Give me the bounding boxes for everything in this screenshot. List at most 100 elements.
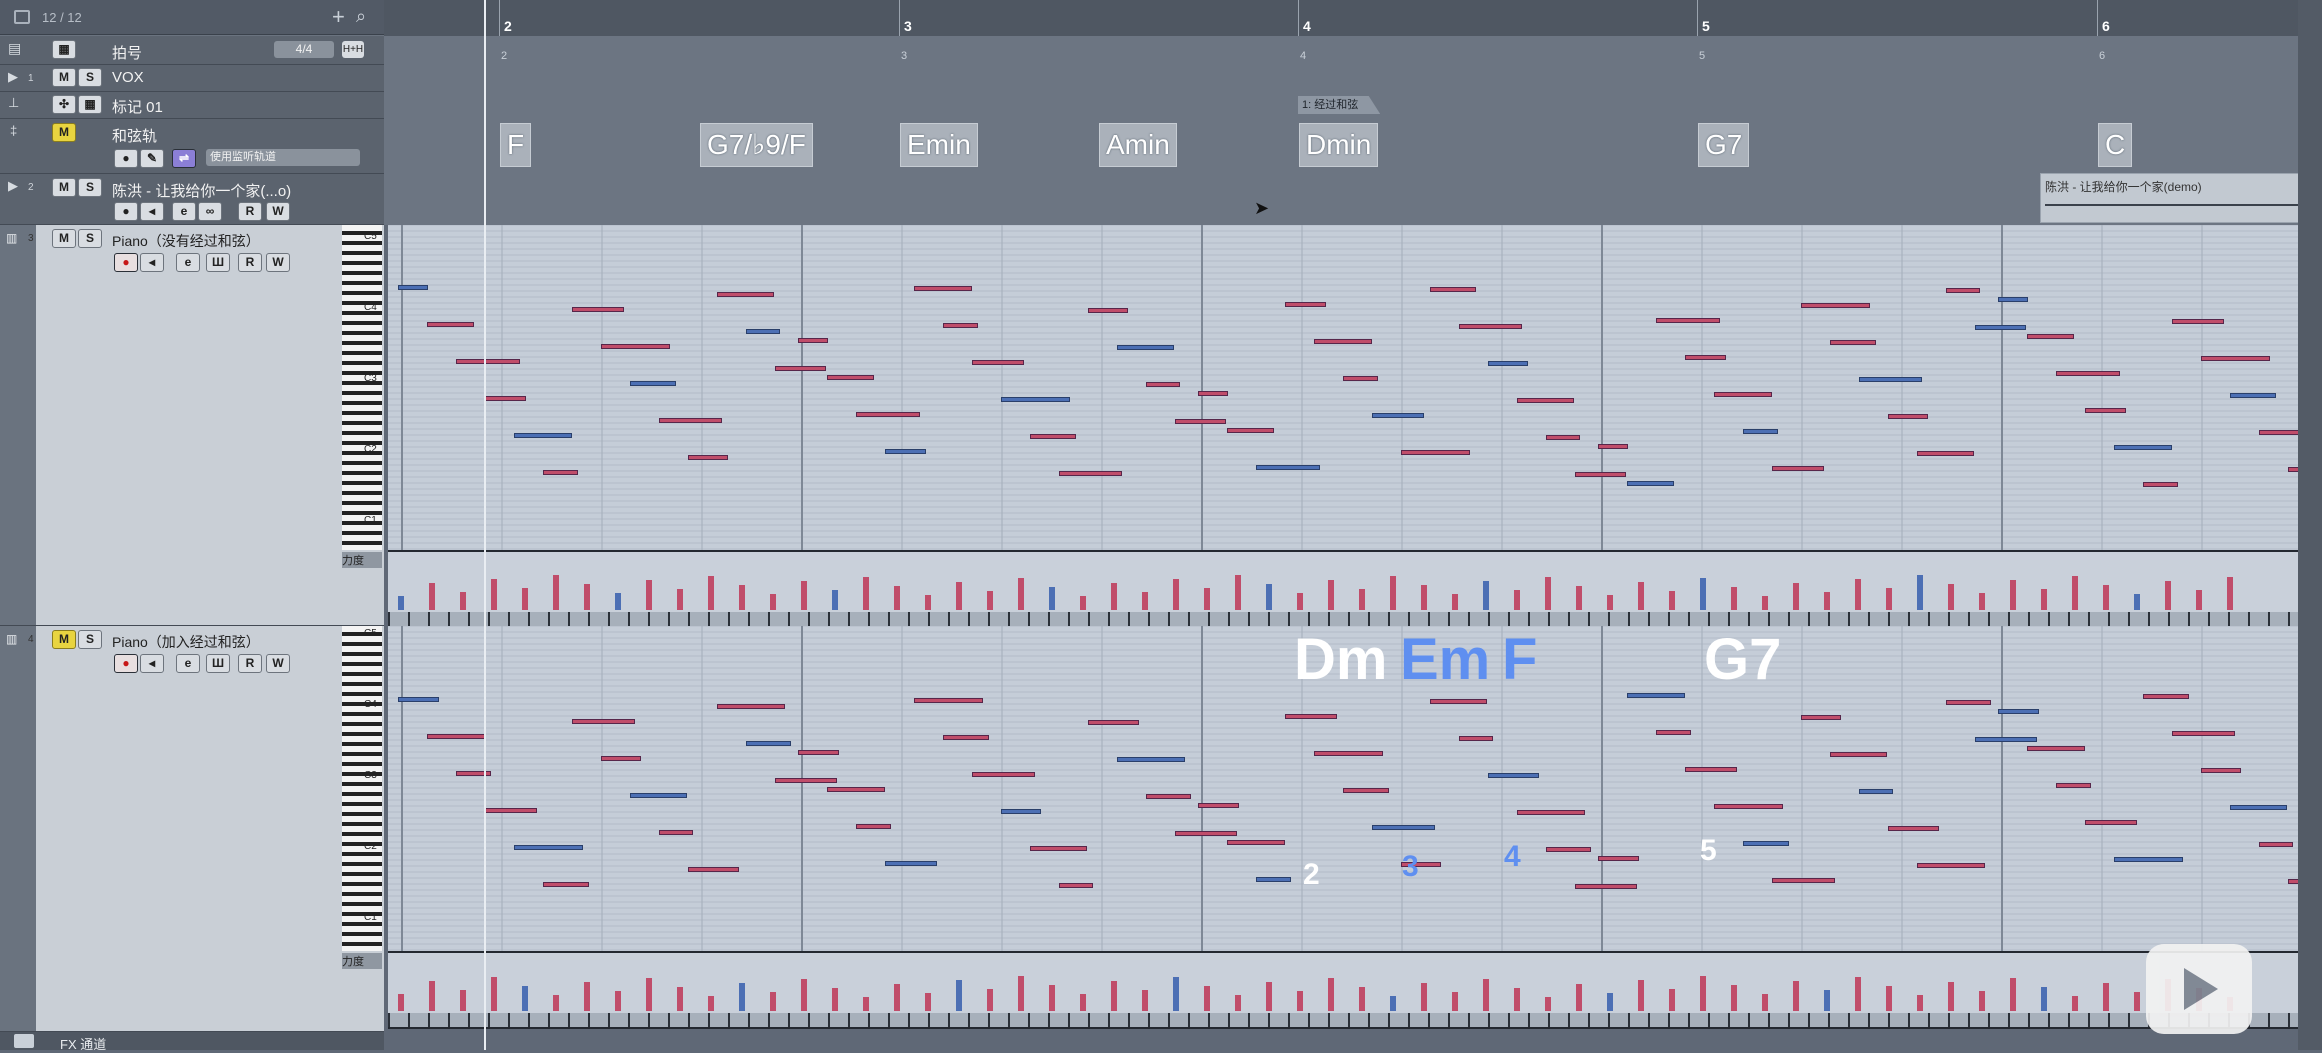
midi-note[interactable] (1830, 340, 1876, 345)
midi-note[interactable] (2085, 408, 2126, 413)
midi-note[interactable] (1801, 303, 1870, 308)
midi-note[interactable] (1488, 361, 1528, 366)
velocity-bar[interactable] (1638, 582, 1644, 610)
midi-note[interactable] (2143, 694, 2189, 699)
velocity-bar[interactable] (1080, 994, 1086, 1011)
midi-note[interactable] (1801, 715, 1841, 720)
midi-note[interactable] (2259, 430, 2298, 435)
velocity-bar[interactable] (1886, 986, 1892, 1011)
velocity-bar[interactable] (1204, 588, 1210, 610)
velocity-bar[interactable] (1297, 991, 1303, 1011)
midi-note[interactable] (1117, 757, 1185, 762)
midi-note[interactable] (1546, 435, 1580, 440)
midi-note[interactable] (746, 329, 780, 334)
velocity-bar[interactable] (708, 576, 714, 610)
velocity-bar[interactable] (2041, 987, 2047, 1011)
midi-note[interactable] (1917, 451, 1974, 456)
marker-cycle-button[interactable]: ▦ (78, 95, 102, 114)
chord-event[interactable]: G7 (1698, 123, 1750, 167)
chord-edit-button[interactable]: ✎ (140, 149, 164, 168)
signature-track[interactable]: ▤ ▦ 拍号 4/4 H+H (0, 36, 384, 65)
track-chord[interactable]: ‡ M 和弦轨 ● ✎ ⇌ 使用监听轨道 (0, 119, 384, 174)
monitor-button[interactable]: ◂ (140, 202, 164, 221)
velocity-bar[interactable] (522, 588, 528, 610)
midi-note[interactable] (398, 285, 428, 290)
velocity-bar[interactable] (584, 982, 590, 1011)
vertical-scrollbar[interactable] (2298, 0, 2322, 1050)
velocity-bar[interactable] (1576, 984, 1582, 1011)
midi-note[interactable] (1117, 345, 1174, 350)
velocity-bar[interactable] (1390, 996, 1396, 1011)
velocity-bar[interactable] (956, 980, 962, 1011)
midi-note[interactable] (601, 344, 670, 349)
velocity-bar[interactable] (1514, 988, 1520, 1011)
midi-note[interactable] (456, 359, 520, 364)
midi-note[interactable] (2172, 731, 2235, 736)
midi-note[interactable] (1227, 840, 1285, 845)
velocity-bar[interactable] (1607, 595, 1613, 610)
velocity-bar[interactable] (1452, 992, 1458, 1011)
velocity-bar[interactable] (1762, 994, 1768, 1011)
midi-note[interactable] (1430, 699, 1487, 704)
midi-note[interactable] (1175, 831, 1237, 836)
velocity-bar[interactable] (2103, 585, 2109, 610)
midi-note[interactable] (1146, 794, 1191, 799)
read-button[interactable]: R (238, 202, 262, 221)
midi-note[interactable] (1888, 826, 1939, 831)
midi-note[interactable] (1256, 877, 1291, 882)
velocity-bar[interactable] (739, 585, 745, 610)
midi-note[interactable] (688, 455, 728, 460)
midi-note[interactable] (1488, 773, 1539, 778)
audio-expand-icon[interactable]: ▶ (8, 178, 18, 194)
velocity-bar[interactable] (1731, 985, 1737, 1011)
edit-button[interactable]: e (172, 202, 196, 221)
velocity-bar[interactable] (1266, 584, 1272, 610)
midi-note[interactable] (2027, 334, 2074, 339)
midi-note[interactable] (1146, 382, 1180, 387)
write-button[interactable]: W (266, 253, 290, 272)
solo-button[interactable]: S (78, 68, 102, 87)
midi-note[interactable] (659, 830, 693, 835)
velocity-bar[interactable] (1266, 982, 1272, 1011)
midi-note[interactable] (2114, 857, 2183, 862)
midi-note[interactable] (1598, 444, 1628, 449)
velocity-bar[interactable] (2134, 594, 2140, 610)
midi-note[interactable] (1314, 339, 1372, 344)
midi-note[interactable] (1198, 391, 1228, 396)
velocity-bar[interactable] (1700, 578, 1706, 610)
velocity-bar[interactable] (1731, 587, 1737, 610)
velocity-bar[interactable] (1545, 577, 1551, 610)
velocity-bar[interactable] (615, 593, 621, 610)
velocity-bar[interactable] (770, 594, 776, 610)
velocity-bar[interactable] (1452, 594, 1458, 610)
midi-note[interactable] (2230, 393, 2276, 398)
midi-note[interactable] (1714, 392, 1772, 397)
marker-event[interactable]: 1: 经过和弦 (1298, 96, 1381, 114)
velocity-bar[interactable] (987, 989, 993, 1011)
midi-note[interactable] (1030, 434, 1076, 439)
midi-note[interactable] (1030, 846, 1087, 851)
velocity-bar[interactable] (1421, 983, 1427, 1011)
velocity-bar[interactable] (1545, 997, 1551, 1011)
midi-note[interactable] (1256, 465, 1320, 470)
midi-note[interactable] (572, 719, 635, 724)
velocity-bar[interactable] (832, 988, 838, 1011)
chord-event[interactable]: C (2098, 123, 2133, 167)
midi-note[interactable] (543, 470, 578, 475)
piano-roll-1[interactable] (388, 225, 2298, 550)
edit-button[interactable]: e (176, 253, 200, 272)
chord-follow-button[interactable]: ⇌ (172, 149, 196, 168)
midi-note[interactable] (885, 449, 926, 454)
velocity-bar[interactable] (1359, 589, 1365, 610)
midi-note[interactable] (1430, 287, 1476, 292)
velocity-bar[interactable] (1948, 982, 1954, 1011)
chord-record-button[interactable]: ● (114, 149, 138, 168)
velocity-bar[interactable] (1421, 585, 1427, 610)
midi-note[interactable] (943, 323, 978, 328)
velocity-bar[interactable] (1824, 592, 1830, 610)
solo-button[interactable]: S (78, 630, 102, 649)
midi-note[interactable] (1975, 737, 2037, 742)
midi-note[interactable] (1743, 429, 1778, 434)
monitor-track-select[interactable]: 使用监听轨道 (206, 149, 360, 166)
midi-note[interactable] (543, 882, 589, 887)
